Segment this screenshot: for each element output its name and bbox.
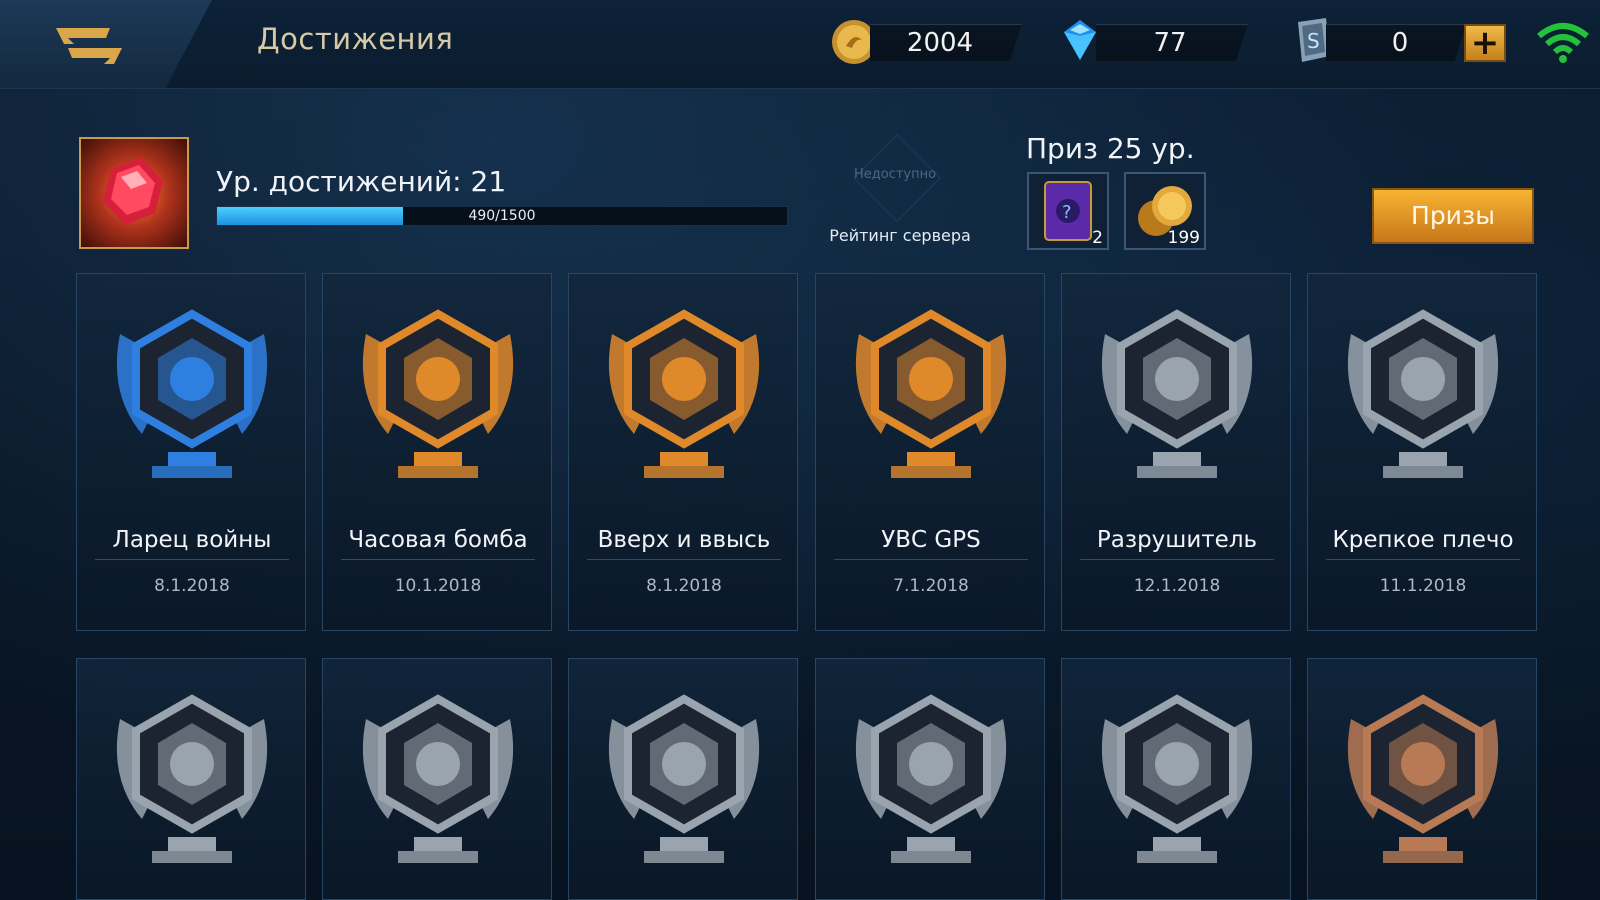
diamond-amount: 77	[1153, 28, 1187, 58]
achievement-card[interactable]: УВС GPS 7.1.2018	[815, 273, 1045, 631]
crossed-swords-badge-icon	[855, 309, 1007, 478]
achievement-date: 8.1.2018	[646, 576, 722, 596]
achievement-date: 8.1.2018	[154, 576, 230, 596]
achievement-card[interactable]	[322, 658, 552, 900]
arm-badge-icon	[1347, 309, 1499, 478]
achievement-level-icon	[79, 137, 189, 249]
achievement-name: УВС GPS	[834, 527, 1028, 560]
achievement-name: Часовая бомба	[341, 527, 535, 560]
add-currency-button[interactable]: +	[1464, 24, 1506, 62]
reward-item-card[interactable]: ? 2	[1027, 172, 1109, 250]
achievement-card[interactable]: Разрушитель 12.1.2018	[1061, 273, 1291, 631]
wifi-icon	[1537, 23, 1589, 63]
achievement-name: Разрушитель	[1080, 527, 1274, 560]
reward-count: 199	[1167, 228, 1200, 248]
flag-badge-icon	[116, 694, 268, 863]
level-progress-text: 490/1500	[468, 208, 536, 224]
achievement-name: Крепкое плечо	[1326, 527, 1520, 560]
svg-text:?: ?	[1062, 202, 1072, 223]
achievement-card[interactable]: Крепкое плечо 11.1.2018	[1307, 273, 1537, 631]
bronze-swords-badge-icon	[1347, 694, 1499, 863]
golden-hero-badge-icon	[608, 694, 760, 863]
coin-amount: 2004	[906, 28, 974, 58]
achievement-card[interactable]	[815, 658, 1045, 900]
skull-badge-icon	[1101, 309, 1253, 478]
server-rank-status: Недоступно	[853, 167, 937, 182]
red-gem-icon	[103, 157, 163, 225]
achievement-card[interactable]	[1061, 658, 1291, 900]
shield-badge-icon	[1101, 694, 1253, 863]
achievement-card[interactable]: Ларец войны 8.1.2018	[76, 273, 306, 631]
back-button[interactable]	[0, 0, 212, 88]
reward-item-coins[interactable]: 199	[1124, 172, 1206, 250]
achievement-card[interactable]	[76, 658, 306, 900]
top-bar: Достижения 2004 77 S 0 +	[0, 0, 1600, 89]
achievement-level-label: Ур. достижений: 21	[216, 165, 507, 198]
prizes-button[interactable]: Призы	[1372, 188, 1534, 244]
rabbit-badge-icon	[362, 694, 514, 863]
achievement-card[interactable]: Вверх и ввысь 8.1.2018	[568, 273, 798, 631]
achievement-card[interactable]: Часовая бомба 10.1.2018	[322, 273, 552, 631]
achievement-name: Вверх и ввысь	[587, 527, 781, 560]
level-progress-bar: 490/1500	[216, 206, 788, 226]
achievement-name: Ларец войны	[95, 527, 289, 560]
reward-title: Приз 25 ур.	[1026, 132, 1195, 165]
server-rank-label[interactable]: Рейтинг сервера	[820, 226, 980, 245]
svg-text:S: S	[1307, 29, 1320, 53]
book-badge-icon	[608, 309, 760, 478]
achievement-card[interactable]	[568, 658, 798, 900]
achievement-date: 11.1.2018	[1379, 576, 1467, 596]
achievement-date: 7.1.2018	[893, 576, 969, 596]
treasure-chest-badge-icon	[116, 309, 268, 478]
achievement-date: 10.1.2018	[394, 576, 482, 596]
reward-count: 2	[1092, 228, 1103, 248]
page-title: Достижения	[257, 22, 454, 56]
hourglass-badge-icon	[362, 309, 514, 478]
back-arrow-icon	[56, 28, 122, 64]
ticket-amount: 0	[1391, 28, 1409, 58]
achievement-date: 12.1.2018	[1133, 576, 1221, 596]
meditation-badge-icon	[855, 694, 1007, 863]
achievement-card[interactable]	[1307, 658, 1537, 900]
